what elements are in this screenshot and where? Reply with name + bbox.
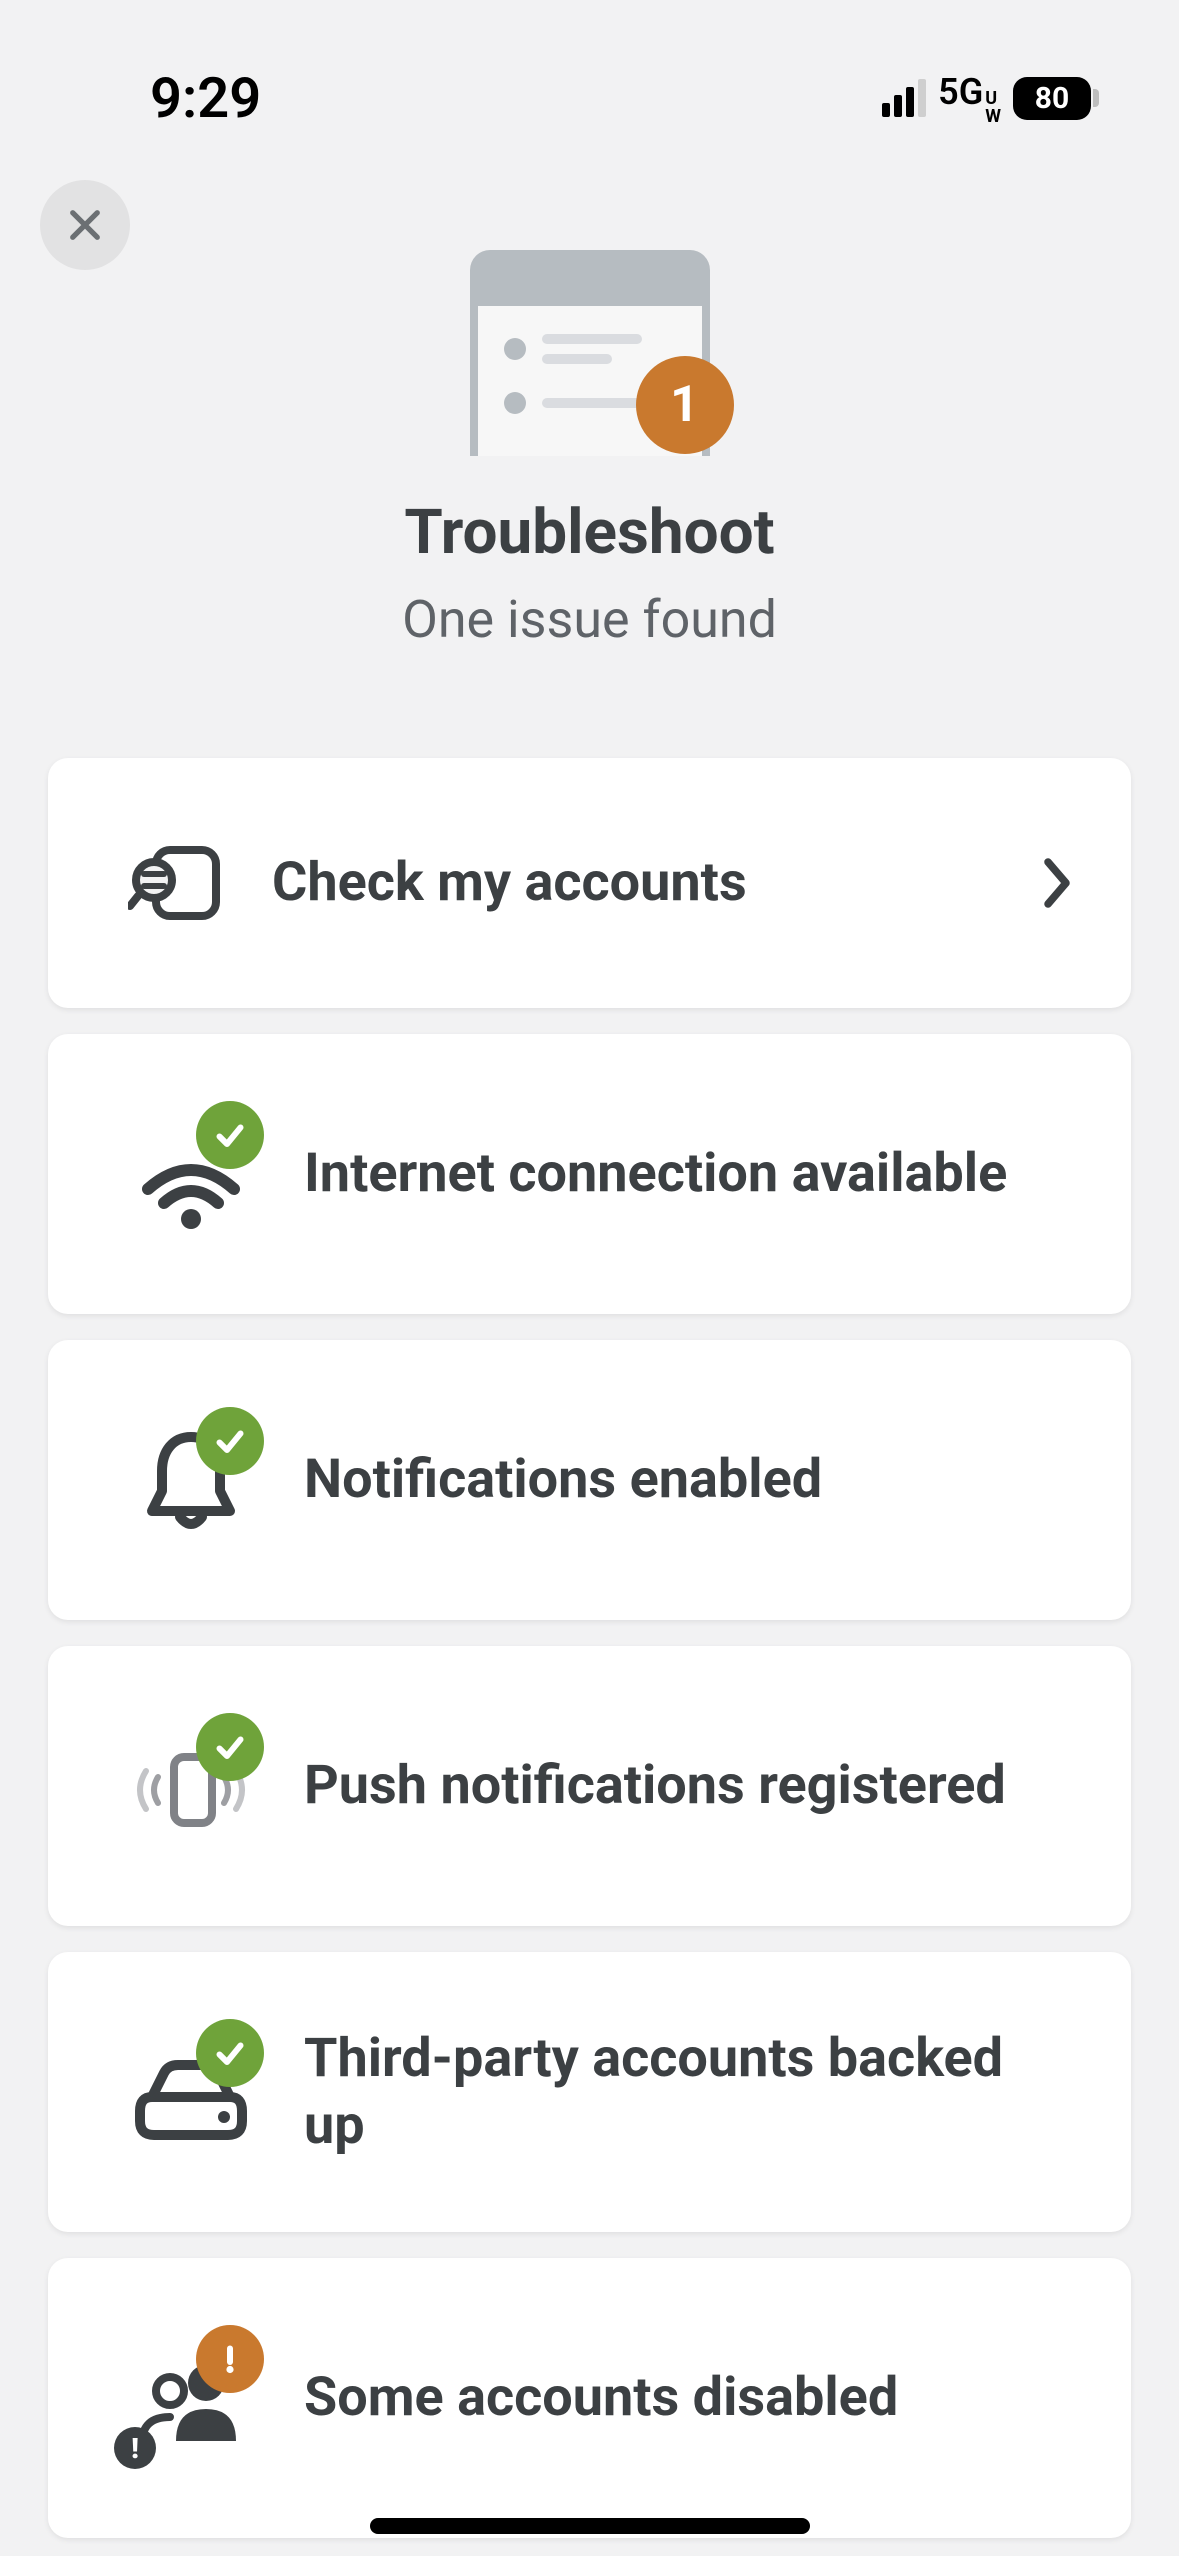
status-indicators: 5G UW 80: [882, 71, 1099, 126]
accounts-inspect-icon: [128, 844, 222, 922]
close-icon: [64, 204, 106, 246]
warn-badge-icon: !: [114, 2427, 156, 2469]
card-label: Internet connection available: [304, 1140, 1077, 1208]
page-title: Troubleshoot: [404, 496, 774, 569]
card-label: Push notifications registered: [304, 1752, 1077, 1820]
card-push-notifications[interactable]: Push notifications registered: [48, 1646, 1131, 1926]
check-icon: [196, 2019, 264, 2087]
battery-level: 80: [1013, 77, 1091, 120]
card-label: Check my accounts: [272, 849, 1037, 917]
chevron-right-icon: [1037, 853, 1077, 913]
issue-count-badge: 1: [636, 356, 734, 454]
home-indicator[interactable]: [370, 2518, 810, 2534]
card-label: Notifications enabled: [304, 1446, 1077, 1514]
status-bar: 9:29 5G UW 80: [0, 0, 1179, 140]
card-label: Some accounts disabled: [304, 2364, 1077, 2432]
close-button[interactable]: [40, 180, 130, 270]
card-check-accounts[interactable]: Check my accounts: [48, 758, 1131, 1008]
card-label: Third-party accounts backed up: [304, 2025, 1077, 2160]
network-label: 5G: [938, 71, 983, 113]
battery-icon: 80: [1013, 77, 1099, 120]
accounts-icon: !: [128, 2335, 254, 2461]
network-sub: UW: [985, 90, 1001, 126]
drive-icon: [128, 2029, 254, 2155]
page-subtitle: One issue found: [402, 589, 777, 650]
check-icon: [196, 1101, 264, 1169]
status-time: 9:29: [150, 65, 261, 131]
push-phone-icon: [128, 1723, 254, 1849]
network-type: 5G UW: [938, 71, 1001, 126]
card-internet[interactable]: Internet connection available: [48, 1034, 1131, 1314]
signal-icon: [882, 79, 926, 117]
check-icon: [196, 1407, 264, 1475]
card-list: Check my accounts Internet connection av…: [0, 650, 1179, 2538]
card-backup[interactable]: Third-party accounts backed up: [48, 1952, 1131, 2232]
check-icon: [196, 1713, 264, 1781]
hero: 1 Troubleshoot One issue found: [0, 250, 1179, 650]
card-accounts-disabled[interactable]: ! Some accounts disabled: [48, 2258, 1131, 2538]
bell-icon: [128, 1417, 254, 1543]
alert-icon: [196, 2325, 264, 2393]
wifi-icon: [128, 1111, 254, 1237]
card-notifications[interactable]: Notifications enabled: [48, 1340, 1131, 1620]
hero-illustration: 1: [470, 250, 710, 460]
